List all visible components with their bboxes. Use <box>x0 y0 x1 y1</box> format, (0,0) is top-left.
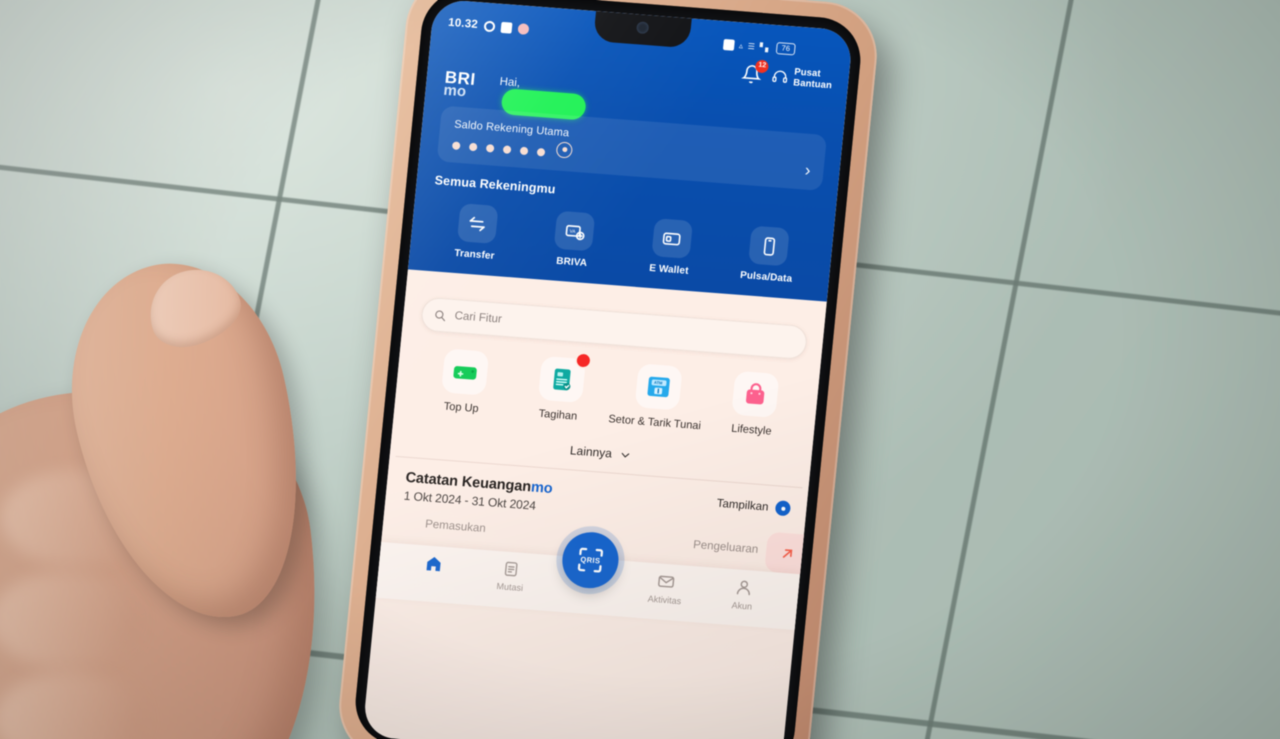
nav-item-home[interactable] <box>394 551 474 580</box>
feature-label: Top Up <box>443 400 480 416</box>
balance-dot <box>519 146 529 156</box>
help-label-line2: Bantuan <box>792 77 833 92</box>
notification-bell-button[interactable]: 12 <box>741 59 770 84</box>
notification-dot-icon <box>517 22 530 35</box>
feature-setor-tarik-tunai[interactable]: ATM Setor & Tarik Tunai <box>606 361 709 433</box>
nav-item-akun[interactable]: Akun <box>703 575 784 614</box>
battery-indicator: 76 <box>775 42 796 56</box>
status-time: 10.32 <box>447 16 479 32</box>
balance-dot <box>468 142 478 152</box>
atm-machine-icon: ATM <box>634 363 683 411</box>
qris-label: QRIS <box>580 554 601 566</box>
more-features-label: Lainnya <box>569 443 613 461</box>
phone-screen[interactable]: 10.32 ▵ ☰ ▘▖ 76 12 Pusat Bantuan BRI mo … <box>362 0 854 739</box>
quick-action-ewallet[interactable]: E Wallet <box>620 216 723 279</box>
search-placeholder: Cari Fitur <box>454 310 503 326</box>
bell-badge: 12 <box>755 59 770 74</box>
nav-label: Akun <box>731 600 753 612</box>
quick-action-pulsa-data[interactable]: Pulsa/Data <box>717 223 820 286</box>
shopping-bag-icon <box>730 370 779 418</box>
balance-dot <box>536 147 546 157</box>
feature-label: Tagihan <box>538 407 578 423</box>
nav-label: Mutasi <box>496 581 524 594</box>
balance-eye-toggle[interactable] <box>555 140 574 159</box>
help-center-button[interactable]: Pusat Bantuan <box>771 65 834 92</box>
headset-icon <box>772 70 788 83</box>
chevron-down-icon <box>621 452 630 458</box>
front-camera <box>636 21 650 35</box>
feature-lifestyle[interactable]: Lifestyle <box>702 369 805 441</box>
briva-card-icon: VA <box>553 210 596 252</box>
show-toggle-button[interactable]: Tampilkan <box>716 494 792 517</box>
svg-text:VA: VA <box>569 228 576 233</box>
quick-action-label: E Wallet <box>648 262 690 277</box>
feature-label: Lifestyle <box>730 422 773 438</box>
income-label: Pemasukan <box>424 518 487 535</box>
whatsapp-icon <box>483 20 496 32</box>
envelope-icon <box>658 575 675 588</box>
wifi-icon: ▵ <box>738 40 744 50</box>
svg-text:ATM: ATM <box>653 380 663 386</box>
logo-mo-text: mo <box>442 81 467 101</box>
feature-notification-badge <box>575 353 590 368</box>
app-icon <box>500 21 513 34</box>
feature-label: Setor & Tarik Tunai <box>607 413 702 433</box>
phone-icon <box>748 225 790 267</box>
quick-action-label: Transfer <box>453 247 496 262</box>
nav-item-mutasi[interactable]: Mutasi <box>471 557 552 595</box>
brimo-logo: BRI mo <box>442 68 492 101</box>
search-icon <box>435 309 446 321</box>
quick-action-transfer[interactable]: Transfer <box>425 201 528 264</box>
chevron-right-icon[interactable]: › <box>804 161 812 181</box>
person-icon <box>736 580 750 596</box>
home-icon <box>426 557 441 572</box>
alarm-icon <box>722 38 735 51</box>
balance-dot <box>451 141 461 151</box>
nav-label: Aktivitas <box>647 593 682 607</box>
status-bar-left: 10.32 <box>448 17 530 35</box>
balance-dot <box>502 145 512 154</box>
statement-icon <box>505 561 518 577</box>
show-toggle-label: Tampilkan <box>716 497 770 514</box>
app-body: Cari Fitur Top Up Tagihan ATM Setor & Ta… <box>375 269 827 630</box>
quick-action-label: BRIVA <box>555 255 588 270</box>
transfer-arrows-icon <box>456 203 499 244</box>
feature-top-up[interactable]: Top Up <box>412 346 515 418</box>
bill-document-icon <box>537 353 590 404</box>
quick-action-label: Pulsa/Data <box>739 269 793 285</box>
financial-record-title-suffix: mo <box>530 479 554 497</box>
eye-icon <box>774 500 792 517</box>
feature-tagihan[interactable]: Tagihan <box>509 353 612 426</box>
signal-icon: ▘▖ <box>759 42 772 53</box>
quick-action-briva[interactable]: VA BRIVA <box>522 208 625 271</box>
app-header: 10.32 ▵ ☰ ▘▖ 76 12 Pusat Bantuan BRI mo … <box>407 0 854 304</box>
nav-item-aktivitas[interactable]: Aktivitas <box>625 569 706 608</box>
balance-dot <box>485 144 495 153</box>
sim-icon: ☰ <box>747 41 756 51</box>
wallet-icon <box>651 218 693 259</box>
status-bar-right: ▵ ☰ ▘▖ 76 <box>722 38 838 59</box>
smartphone: 10.32 ▵ ☰ ▘▖ 76 12 Pusat Bantuan BRI mo … <box>334 0 882 739</box>
expense-label: Pengeluaran <box>692 539 759 556</box>
topup-card-icon <box>440 348 489 396</box>
